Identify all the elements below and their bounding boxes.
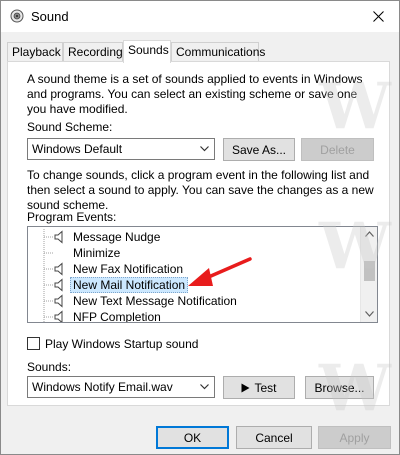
tree-line-icon [43, 309, 53, 322]
speaker-icon [54, 294, 63, 308]
sound-file-value: Windows Notify Email.wav [32, 380, 173, 394]
scroll-up-icon[interactable] [365, 231, 374, 237]
chevron-down-icon [200, 384, 209, 390]
speaker-app-icon [10, 9, 24, 23]
tree-line-icon [43, 277, 53, 293]
list-item[interactable]: NFP Completion [28, 309, 362, 322]
tree-line-icon [43, 245, 53, 261]
title-bar: Sound [1, 1, 399, 32]
events-scrollbar[interactable] [360, 227, 377, 322]
browse-button[interactable]: Browse... [305, 376, 374, 399]
window-title: Sound [31, 9, 69, 24]
cancel-button[interactable]: Cancel [236, 426, 312, 449]
program-events-label: Program Events: [27, 210, 117, 224]
sounds-label: Sounds: [27, 360, 72, 374]
scroll-down-icon[interactable] [365, 311, 374, 317]
startup-sound-checkbox[interactable] [27, 337, 40, 350]
scrollbar-thumb[interactable] [364, 261, 375, 281]
tree-line-icon [43, 261, 53, 277]
play-icon [241, 383, 250, 392]
tree-line-icon [43, 229, 53, 245]
sound-file-select[interactable]: Windows Notify Email.wav [27, 376, 215, 398]
ok-button[interactable]: OK [156, 426, 229, 449]
sound-dialog: Sound Playback Recording Sounds Communic… [0, 0, 400, 455]
speaker-icon [54, 262, 63, 276]
apply-button[interactable]: Apply [318, 426, 391, 449]
speaker-icon [54, 278, 63, 292]
list-item[interactable]: New Text Message Notification [28, 293, 362, 309]
tab-sounds[interactable]: Sounds [123, 40, 171, 63]
intro-text: A sound theme is a set of sounds applied… [27, 72, 363, 116]
tab-playback[interactable]: Playback [7, 42, 63, 62]
close-icon [372, 10, 384, 22]
instructions-text: To change sounds, click a program event … [27, 168, 374, 212]
tab-communications[interactable]: Communications [171, 42, 265, 62]
list-item[interactable]: Message Nudge [28, 229, 362, 245]
tab-recording[interactable]: Recording [63, 42, 123, 62]
tree-line-icon [43, 293, 53, 309]
scheme-value: Windows Default [32, 142, 123, 156]
save-as-button[interactable]: Save As... [223, 138, 295, 161]
test-button[interactable]: Test [223, 376, 295, 399]
sounds-panel: A sound theme is a set of sounds applied… [7, 61, 390, 406]
startup-sound-label[interactable]: Play Windows Startup sound [45, 337, 198, 351]
speaker-icon [54, 310, 63, 322]
red-arrow-annotation [188, 257, 252, 286]
delete-button[interactable]: Delete [301, 138, 374, 161]
scheme-label: Sound Scheme: [27, 120, 113, 134]
scheme-select[interactable]: Windows Default [27, 138, 215, 160]
speaker-icon [54, 230, 63, 244]
chevron-down-icon [200, 146, 209, 152]
close-button[interactable] [363, 5, 393, 27]
